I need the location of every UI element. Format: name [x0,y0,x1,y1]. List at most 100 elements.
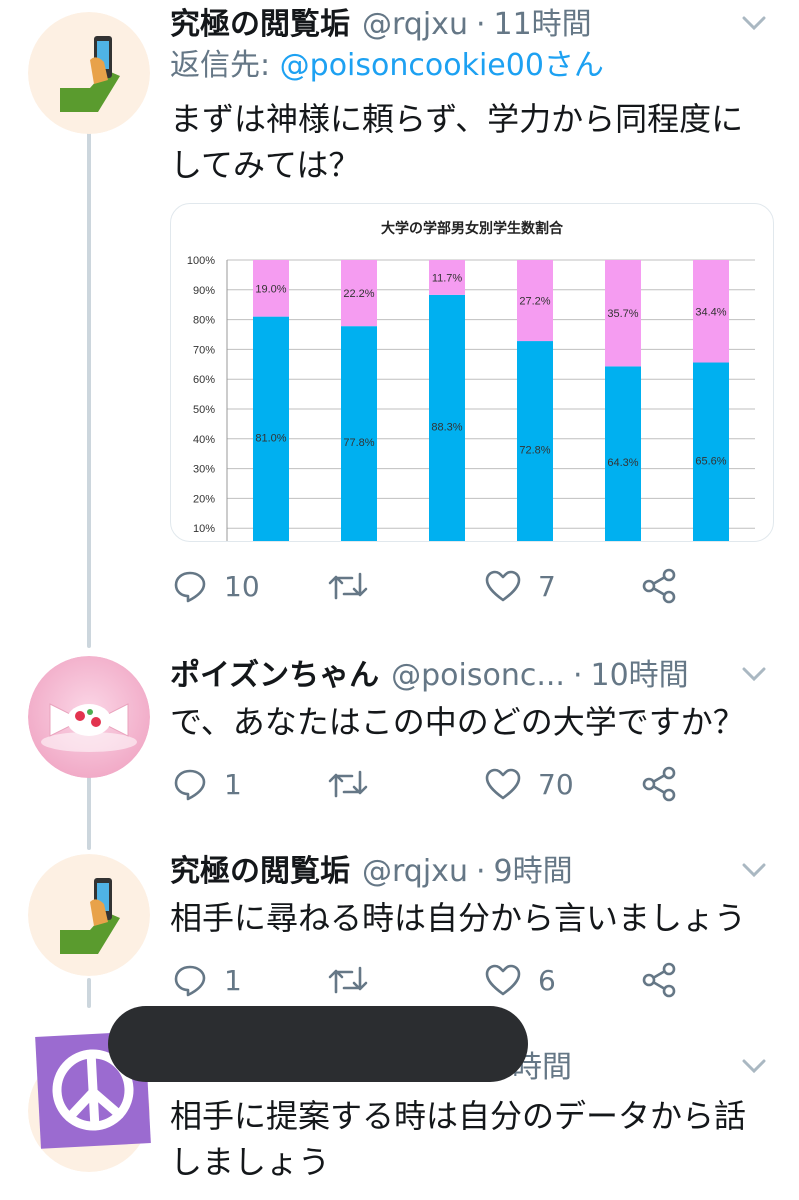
display-name[interactable]: 究極の閲覧垢 [170,851,350,893]
chart-data-label-pink: 34.4% [695,306,726,318]
user-handle[interactable]: @rqjxu [362,4,468,46]
chart-y-tick-label: 60% [193,374,215,386]
reply-button[interactable]: 1 [172,762,242,806]
tweet-header: ポイズンちゃん @poisonc... · 10時間 [170,655,779,697]
reply-mention-link[interactable]: @poisoncookie00さん [280,48,604,83]
retweet-button[interactable] [328,958,384,1002]
share-button[interactable] [640,762,678,806]
tweet-text-line: してみては？ [170,146,361,184]
thread-line [87,978,91,1008]
chevron-down-icon[interactable] [739,663,769,687]
chart-data-label-blue: 72.8% [519,445,550,457]
share-icon [642,568,676,604]
like-button[interactable]: 6 [484,958,556,1002]
tweet-text-line: まずは神様に頼らず、学力から同程度に [170,100,744,138]
timestamp[interactable]: 10時間 [591,655,689,697]
tweet-header: 究極の閲覧垢 @rqjxu · 11時間 [170,4,779,46]
display-name[interactable]: ポイズンちゃん [170,655,379,697]
redaction-bar [108,1006,528,1082]
avatar[interactable] [28,12,150,134]
chart-y-tick-label: 50% [193,404,215,416]
retweet-button[interactable] [328,564,384,608]
display-name[interactable]: 究極の閲覧垢 [170,4,350,46]
share-button[interactable] [640,958,678,1002]
stacked-bar-chart: 100% 90% 80% 70% 60% 50% 40% 30% 20% 10% 81.0% 19.0… [187,255,755,541]
chevron-down-icon[interactable] [739,859,769,883]
chart-y-tick-label: 80% [193,315,215,327]
tweet-actions: 1 70 [170,762,690,806]
chart-y-tick-label: 40% [193,434,215,446]
phone-hand-avatar-icon [28,12,150,134]
chart-y-tick-label: 100% [187,255,215,267]
avatar[interactable] [28,656,150,778]
thread-line [87,776,91,850]
chart-bar-blue [517,341,553,541]
phone-hand-avatar-icon [28,854,150,976]
thread-line [87,132,91,648]
chart-bar-blue [429,294,465,541]
chart-data-label-pink: 27.2% [519,296,550,308]
tweet-text: まずは神様に頼らず、学力から同程度に してみては？ [170,96,779,188]
heart-icon [485,768,521,800]
chevron-down-icon[interactable] [739,1055,769,1079]
chart-y-tick-label: 10% [193,523,215,535]
timestamp[interactable]: 9時間 [494,851,573,893]
user-handle[interactable]: @poisonc... [391,655,565,697]
reply-count: 1 [224,963,242,997]
chart-data-label-blue: 64.3% [607,457,638,469]
chart-data-label-pink: 22.2% [343,288,374,300]
chevron-down-icon[interactable] [739,12,769,36]
chart-y-tick-label: 20% [193,493,215,505]
reply-icon [174,571,206,603]
tweet-text: で、あなたはこの中のどの大学ですか？ [170,699,779,745]
user-handle[interactable]: @rqjxu [362,851,468,893]
reply-to: 返信先: @poisoncookie00さん [170,46,779,86]
tweet-header: 究極の閲覧垢 @rqjxu · 9時間 [170,851,779,893]
reply-button[interactable]: 10 [172,564,260,608]
reply-count: 1 [224,767,242,801]
share-icon [642,766,676,802]
retweet-icon [328,572,368,600]
heart-icon [485,964,521,996]
tweet-text: 相手に提案する時は自分のデータから話 しましょう [170,1093,779,1185]
like-count: 7 [538,569,556,603]
chart-bar-blue [253,316,289,541]
tweet-text: 相手に尋ねる時は自分から言いましょう [170,895,779,941]
timestamp[interactable]: 11時間 [494,4,592,46]
reply-icon [174,769,206,801]
separator-dot: · [572,658,583,693]
tweet[interactable]: 究極の閲覧垢 @rqjxu · 11時間 返信先: @poisoncookie0… [170,4,779,188]
retweet-icon [328,770,368,798]
tweet-text-line: 相手に尋ねる時は自分から言いましょう [170,899,747,937]
tweet[interactable]: 究極の閲覧垢 @rqjxu · 9時間 相手に尋ねる時は自分から言いましょう [170,851,779,941]
tweet-image-chart[interactable]: 大学の学部男女別学生数割合 100% 90% 80% 70% 60% 50% 40% 30% 2… [170,203,774,542]
chart-data-label-pink: 11.7% [432,272,463,284]
chart-bar-blue [341,326,377,541]
share-button[interactable] [640,564,678,608]
avatar[interactable] [28,854,150,976]
retweet-icon [328,966,368,994]
like-count: 6 [538,963,556,997]
reply-count: 10 [224,569,260,603]
tweet-text-line: で、あなたはこの中のどの大学ですか？ [170,703,745,741]
heart-icon [485,570,521,602]
chart-y-tick-label: 70% [193,344,215,356]
like-button[interactable]: 7 [484,564,556,608]
retweet-button[interactable] [328,762,384,806]
like-count: 70 [538,767,574,801]
share-icon [642,962,676,998]
chart-data-label-pink: 35.7% [607,308,638,320]
chart-data-label-blue: 81.0% [255,432,286,444]
like-button[interactable]: 70 [484,762,574,806]
tweet-text-line: 相手に提案する時は自分のデータから話 [170,1097,747,1135]
chart-data-label-blue: 65.6% [695,455,726,467]
tweet-actions: 10 7 [170,564,690,608]
tweet[interactable]: ポイズンちゃん @poisonc... · 10時間 で、あなたはこの中のどの大… [170,655,779,745]
reply-to-prefix: 返信先: [170,48,280,83]
reply-icon [174,965,206,997]
separator-dot: · [475,854,486,889]
chart-y-tick-label: 30% [193,464,215,476]
chart-data-label-blue: 88.3% [431,421,462,433]
reply-button[interactable]: 1 [172,958,242,1002]
chart-bar-blue [693,362,729,541]
